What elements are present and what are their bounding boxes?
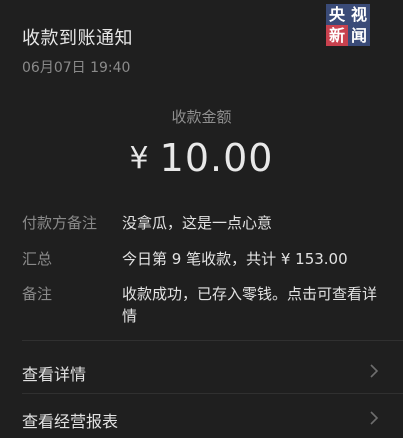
currency-symbol: ¥ (129, 141, 150, 176)
notification-title: 收款到账通知 (22, 28, 133, 49)
divider (22, 340, 403, 341)
detail-key: 备注 (22, 285, 53, 303)
divider (22, 393, 403, 394)
amount-value: 10.00 (159, 136, 274, 180)
detail-key: 付款方备注 (22, 214, 98, 232)
amount-display: ¥10.00 (0, 136, 403, 180)
link-label: 查看详情 (22, 365, 87, 384)
link-label: 查看经营报表 (22, 412, 119, 431)
logo-char: 闻 (348, 25, 370, 46)
amount-label: 收款金额 (171, 108, 232, 126)
notification-datetime: 06月07日 19:40 (22, 60, 131, 76)
logo-char: 央 (326, 4, 348, 25)
logo-char: 新 (326, 25, 348, 46)
view-business-report-link[interactable]: 查看经营报表 (22, 408, 381, 431)
chevron-right-icon (370, 411, 379, 425)
detail-key: 汇总 (22, 250, 53, 268)
logo-char: 视 (348, 4, 370, 25)
chevron-right-icon (370, 364, 379, 378)
detail-value: 今日第 9 笔收款，共计 ¥ 153.00 (122, 250, 348, 268)
detail-value: 收款成功，已存入零钱。点击可查看详情 (122, 285, 378, 325)
detail-value: 没拿瓜，这是一点心意 (122, 214, 273, 232)
cctv-news-logo: 央 视 新 闻 (326, 4, 370, 46)
view-details-link[interactable]: 查看详情 (22, 361, 381, 384)
notification-card: 收款到账通知 06月07日 19:40 央 视 新 闻 收款金额 ¥10.00 … (0, 0, 403, 438)
